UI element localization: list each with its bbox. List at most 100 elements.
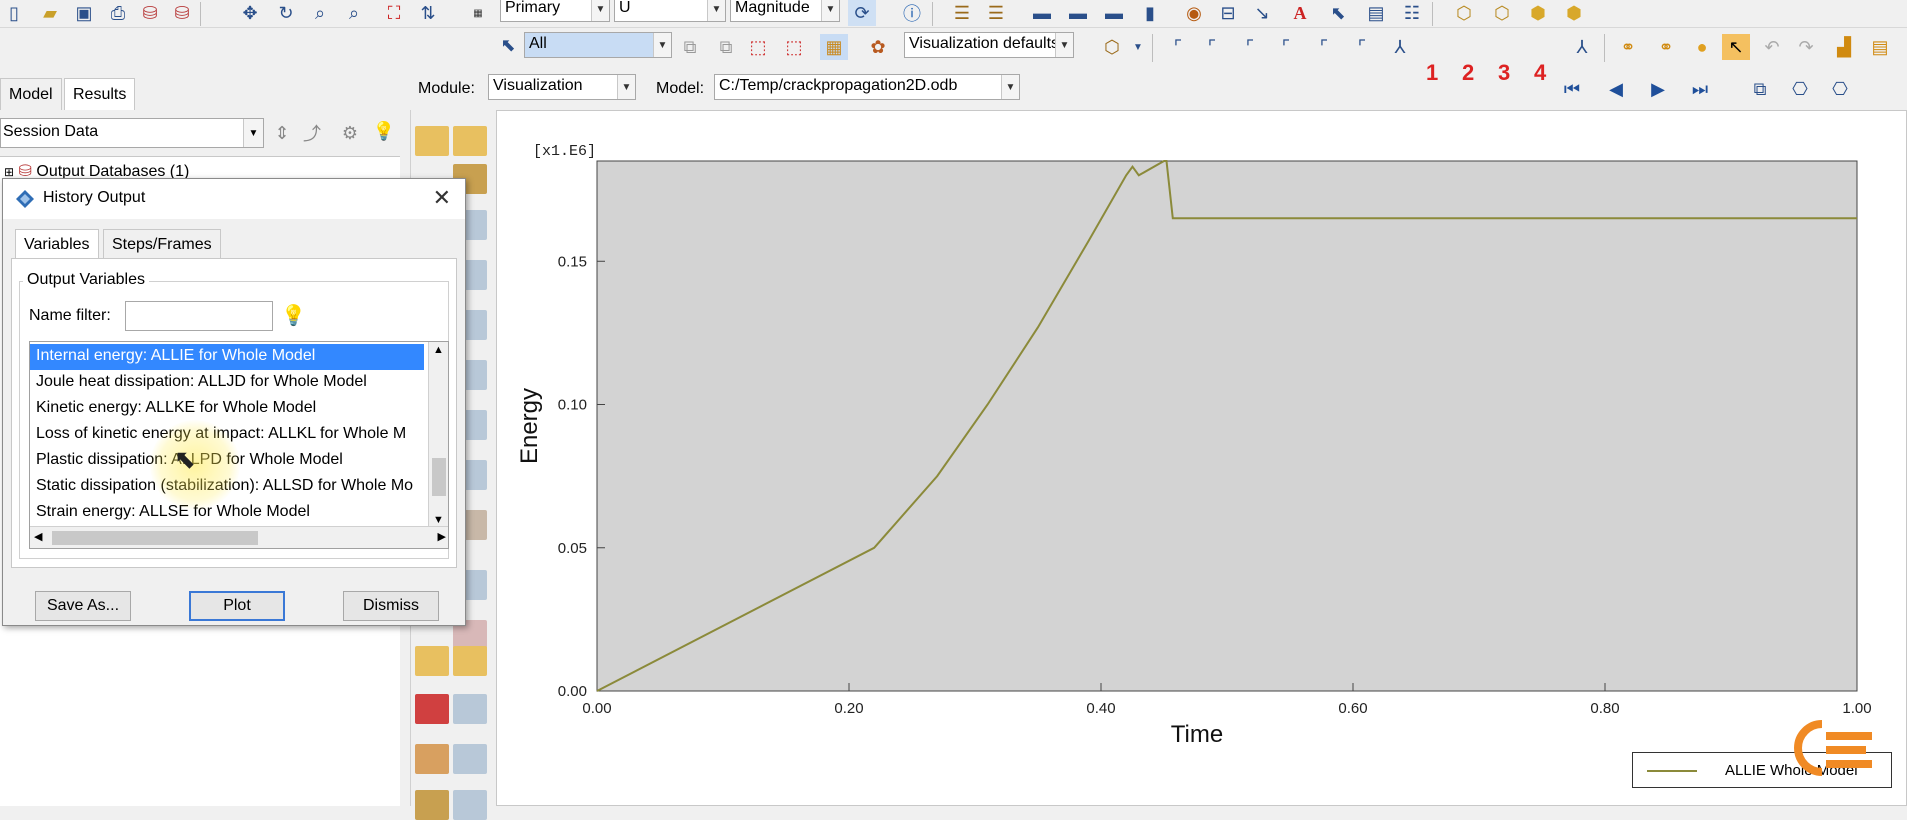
lightbulb-icon[interactable]: 💡 [370,118,398,144]
magnitude-select[interactable]: Magnitude ▼ [730,0,840,22]
redo-icon[interactable]: ↷ [1792,34,1820,60]
list-item-allkl[interactable]: Loss of kinetic energy at impact: ALLKL … [30,422,424,448]
undo-icon[interactable]: ↶ [1758,34,1786,60]
scrollbar-thumb[interactable] [432,458,446,496]
filter-icon[interactable]: ⚙ [336,120,364,146]
zoom-icon[interactable]: ⌕ [306,0,334,26]
query-icon[interactable]: ⊟ [1214,0,1242,26]
scrollbar-thumb[interactable] [52,531,258,545]
view-zx-icon[interactable]: ⌜ [1236,34,1264,60]
sphere-icon[interactable]: ● [1688,34,1716,60]
list-item-allse[interactable]: Strain energy: ALLSE for Whole Model [30,500,424,526]
view-2-button[interactable]: 2 [1462,60,1474,86]
list-item-allke[interactable]: Kinetic energy: ALLKE for Whole Model [30,396,424,422]
xy-manager-icon[interactable] [453,694,487,724]
animation-options-icon[interactable]: ⧉ [1746,76,1774,102]
auto-fit-icon[interactable]: ⛶ [380,0,408,26]
primary-select[interactable]: Primary ▼ [500,0,610,22]
chevron-down-icon[interactable]: ▼ [433,514,444,526]
render-icon[interactable]: ◉ [1180,0,1208,26]
first-frame-icon[interactable]: ⏮ [1558,76,1586,102]
view-1-button[interactable]: 1 [1426,60,1438,86]
sync-icon[interactable]: ⟳ [848,0,876,26]
sort-icon[interactable]: ⇅ [414,0,442,26]
pan-icon[interactable]: ✥ [236,0,264,26]
print-icon[interactable]: ⎙ [104,0,132,26]
selection-filter-select[interactable]: All ▼ [524,32,672,58]
folder-up-icon[interactable]: ⤴ [298,120,326,146]
chevron-up-icon[interactable]: ▲ [433,344,444,356]
frame-grid-icon[interactable] [453,126,487,156]
arrow-line-icon[interactable]: ↘ [1248,0,1276,26]
sort-arrows-icon[interactable]: ⇕ [268,120,296,146]
save-as-button[interactable]: Save As... [35,591,131,621]
view-xz-icon[interactable]: ⌜ [1272,34,1300,60]
database-icon[interactable]: ⛁ [136,0,164,26]
view-yx-icon[interactable]: ⌜ [1198,34,1226,60]
ladder-icon[interactable]: ☰ [948,0,976,26]
view-front-icon[interactable]: ▬ [1028,0,1056,26]
pick-icon[interactable]: ⬚ [780,34,808,60]
list-horizontal-scrollbar[interactable]: ◀ ▶ [30,526,448,548]
options-icon[interactable]: ▤ [1866,34,1894,60]
dialog-titlebar[interactable]: History Output ✕ [3,179,465,219]
view-4-button[interactable]: 4 [1534,60,1546,86]
list-vertical-scrollbar[interactable]: ▲ ▼ [428,342,448,528]
view-zy-icon[interactable]: ⌜ [1348,34,1376,60]
name-filter-input[interactable] [125,301,273,331]
view-yz-icon[interactable]: ⌜ [1310,34,1338,60]
previous-frame-icon[interactable]: ◀ [1602,76,1630,102]
triad-icon[interactable]: ⅄ [1568,34,1596,60]
list-item-alljd[interactable]: Joule heat dissipation: ALLJD for Whole … [30,370,424,396]
open-folder-icon[interactable]: ▰ [36,0,64,26]
view-xy-icon[interactable]: ⌜ [1164,34,1192,60]
layers-icon[interactable]: ⧉ [712,34,740,60]
ladder-alt-icon[interactable]: ☰ [982,0,1010,26]
module-select[interactable]: Visualization ▼ [488,74,636,100]
box-select-icon[interactable]: ⬚ [744,34,772,60]
view-side-icon[interactable]: ▬ [1100,0,1128,26]
box-zoom-icon[interactable]: ⌕ [340,0,368,26]
probe-icon[interactable]: ↖ [1722,34,1750,60]
text-annotation-icon[interactable]: A [1286,0,1314,26]
chevron-down-icon[interactable]: ▼ [1124,34,1152,60]
last-frame-icon[interactable]: ⏭ [1686,76,1714,102]
list-icon[interactable]: ☷ [1398,0,1426,26]
visualization-defaults-select[interactable]: Visualization defaults ▼ [904,32,1074,58]
database-alt-icon[interactable]: ⛁ [168,0,196,26]
output-variables-list[interactable]: Internal energy: ALLIE for Whole Model J… [29,341,449,549]
stack-icon[interactable]: ▟ [1830,34,1858,60]
chevron-left-icon[interactable]: ◀ [34,530,42,543]
info-icon[interactable]: ⓘ [898,0,926,26]
view-top-icon[interactable]: ▬ [1064,0,1092,26]
model-select[interactable]: C:/Temp/crackpropagation2D.odb ▼ [714,74,1020,100]
box-icon[interactable]: ▦ [820,34,848,60]
stream-icon[interactable] [415,790,449,820]
lightbulb-icon[interactable]: 💡 [281,303,306,328]
frame-numbers-icon[interactable] [415,126,449,156]
path-select-icon[interactable] [415,744,449,774]
stream-manager-icon[interactable] [453,790,487,820]
cube-solid-icon[interactable]: ⬢ [1560,0,1588,26]
tab-steps-frames[interactable]: Steps/Frames [103,229,221,259]
table-icon[interactable]: ▤ [1362,0,1390,26]
list-item-allie[interactable]: Internal energy: ALLIE for Whole Model [30,344,424,370]
overlay-alt-icon[interactable]: ⚭ [1652,34,1680,60]
cube-view-icon[interactable]: ⬡ [1098,34,1126,60]
new-file-icon[interactable]: ▯ [0,0,28,26]
camera-icon[interactable]: ⎔ [1786,76,1814,102]
plot-xy-icon[interactable] [415,694,449,724]
viewport[interactable]: [x1.E6] Time Energy 0.00 0.20 0.40 0.60 0.80… [496,110,1907,806]
session-data-select[interactable]: Session Data ▼ [0,118,264,148]
chevron-right-icon[interactable]: ▶ [438,530,446,543]
cube-hidden-icon[interactable]: ⬡ [1488,0,1516,26]
list-item-allsd[interactable]: Static dissipation (stabilization): ALLS… [30,474,424,500]
cube-shaded-icon[interactable]: ⬢ [1524,0,1552,26]
view-iso-icon[interactable]: ▮ [1136,0,1164,26]
palette-icon[interactable]: ✿ [864,34,892,60]
tab-variables[interactable]: Variables [15,229,99,259]
list-item-allpd[interactable]: Plastic dissipation: ALLPD for Whole Mod… [30,448,424,474]
select-cursor-icon[interactable]: ⬉ [1324,0,1352,26]
step-frame-icon[interactable]: ▦ [464,0,492,26]
close-icon[interactable]: ✕ [433,185,451,211]
